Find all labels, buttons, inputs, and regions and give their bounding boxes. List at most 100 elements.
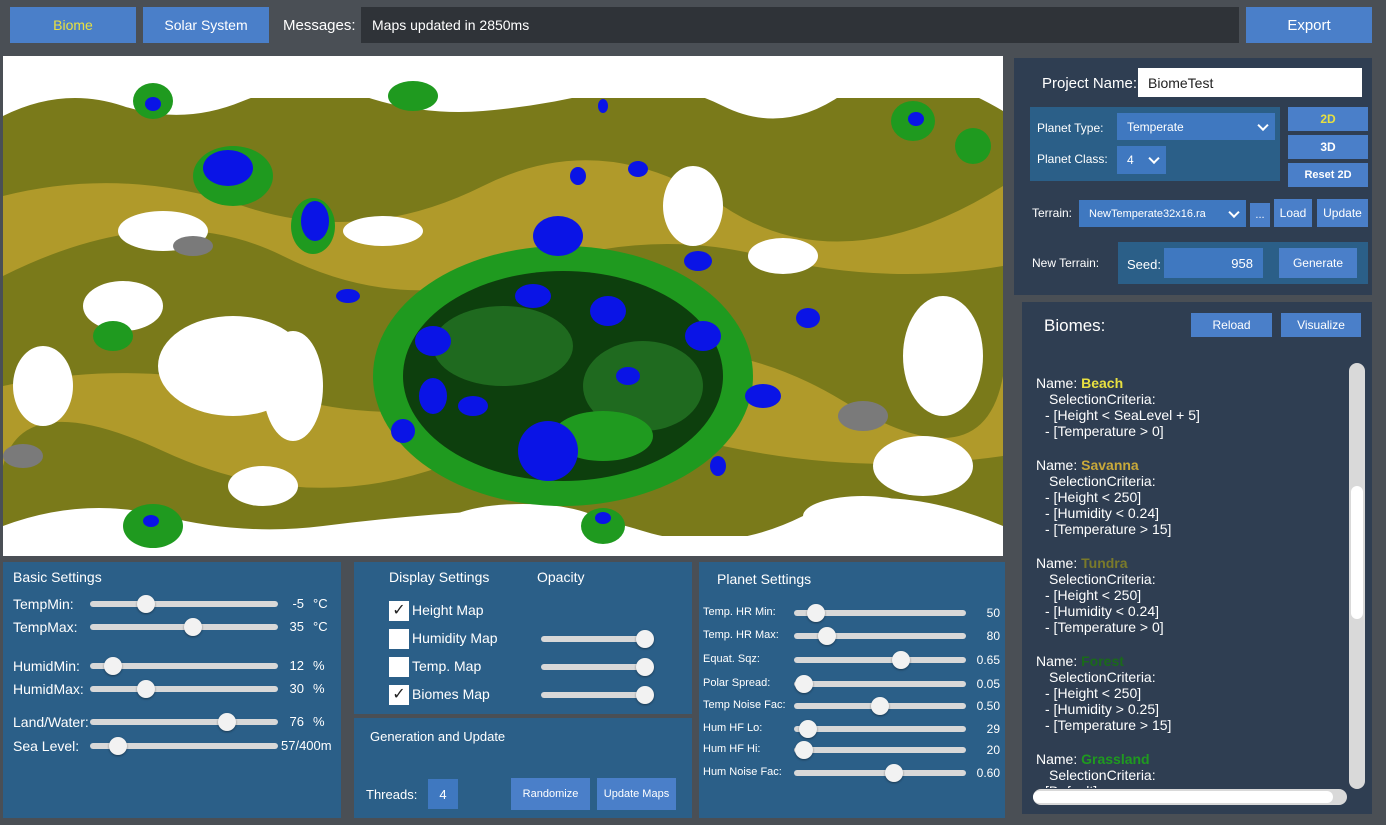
planet-setting-label: Temp Noise Fac: [703,699,786,711]
biome-criterion: - [Temperature > 0] [1045,423,1164,439]
biome-entry[interactable]: Name: Beach [1036,375,1123,391]
biome-name: Tundra [1081,555,1128,571]
view-2d-button[interactable]: 2D [1288,107,1368,131]
biome-name-prefix: Name: [1036,457,1082,473]
slider-handle[interactable] [636,630,654,648]
basic-setting-value: 76 [289,714,304,729]
planet-setting-slider[interactable] [794,627,966,645]
seed-input[interactable]: 958 [1164,248,1263,278]
load-terrain-button[interactable]: Load [1274,199,1312,227]
slider-handle[interactable] [103,657,122,675]
planet-type-value: Temperate [1127,119,1184,134]
update-terrain-button[interactable]: Update [1317,199,1368,227]
map-opacity-slider[interactable] [541,658,654,676]
basic-setting-slider[interactable] [90,737,278,755]
biome-map[interactable] [3,56,1003,556]
map-opacity-slider[interactable] [541,630,654,648]
basic-setting-slider[interactable] [90,680,278,698]
slider-handle[interactable] [871,697,889,715]
biome-map-canvas [3,56,1003,556]
reload-biomes-button[interactable]: Reload [1191,313,1272,337]
terrain-label: Terrain: [1032,206,1073,220]
planet-setting-slider[interactable] [794,741,966,759]
basic-setting-unit: °C [313,596,328,611]
slider-handle[interactable] [636,658,654,676]
planet-setting-slider[interactable] [794,764,966,782]
view-3d-button[interactable]: 3D [1288,135,1368,159]
planet-setting-slider[interactable] [794,697,966,715]
map-toggle-checkbox[interactable]: ✓ [389,601,409,621]
map-toggle-checkbox[interactable] [389,629,409,649]
planet-type-dropdown[interactable]: Temperate [1117,113,1275,140]
biome-name: Beach [1081,375,1124,391]
basic-setting-value: 12 [289,658,304,673]
basic-setting-slider[interactable] [90,618,278,636]
biome-entry[interactable]: Name: Forest [1036,653,1124,669]
biome-entry[interactable]: Name: Tundra [1036,555,1128,571]
slider-handle[interactable] [891,651,910,669]
planet-setting-label: Hum HF Lo: [703,722,763,734]
reset-2d-button[interactable]: Reset 2D [1288,163,1368,187]
biome-criterion: - [Temperature > 15] [1045,717,1172,733]
slider-handle[interactable] [636,686,654,704]
project-name-input[interactable]: BiomeTest [1138,68,1362,97]
slider-handle[interactable] [817,627,836,645]
biome-criterion: - [Height < 250] [1045,489,1142,505]
threads-input[interactable]: 4 [428,779,458,809]
scrollbar-thumb[interactable] [1351,486,1363,619]
basic-setting-value: 35 [289,619,304,634]
planet-setting-slider[interactable] [794,604,966,622]
basic-setting-label: Sea Level: [13,738,80,754]
biome-entry[interactable]: Name: Grassland [1036,751,1150,767]
biome-criterion: - [Humidity < 0.24] [1045,505,1159,521]
map-toggle-label: Humidity Map [412,630,498,646]
basic-setting-unit: °C [313,619,328,634]
map-opacity-slider[interactable] [541,686,654,704]
biome-criterion: - [Humidity > 0.25] [1045,701,1159,717]
slider-handle[interactable] [798,720,817,738]
biome-criteria-label: SelectionCriteria: [1049,571,1156,587]
generate-terrain-button[interactable]: Generate [1279,248,1357,278]
planet-class-label: Planet Class: [1037,152,1108,166]
tab-solar-system[interactable]: Solar System [143,7,269,43]
tab-biome[interactable]: Biome [10,7,136,43]
planet-setting-value: 0.05 [976,677,1000,691]
basic-setting-slider[interactable] [90,657,278,675]
biomes-vertical-scrollbar[interactable] [1349,363,1365,789]
slider-handle[interactable] [884,764,903,782]
terrain-dropdown[interactable]: NewTemperate32x16.ra [1079,200,1246,227]
basic-setting-slider[interactable] [90,713,278,731]
planet-setting-slider[interactable] [794,651,966,669]
export-button[interactable]: Export [1246,7,1372,43]
biome-criterion: - [Humidity < 0.24] [1045,603,1159,619]
messages-box: Maps updated in 2850ms [361,7,1239,43]
planet-setting-slider[interactable] [794,675,966,693]
chevron-down-icon [1228,206,1240,218]
seed-label: Seed: [1127,257,1161,272]
map-toggle-label: Temp. Map [412,658,482,674]
planet-setting-slider[interactable] [794,720,966,738]
planet-class-dropdown[interactable]: 4 [1117,146,1166,174]
biome-name: Forest [1081,653,1124,669]
biome-entry[interactable]: Name: Savanna [1036,457,1139,473]
basic-setting-value: 30 [289,681,304,696]
basic-setting-slider[interactable] [90,595,278,613]
basic-setting-label: Land/Water: [13,714,89,730]
scrollbar-thumb[interactable] [1033,791,1333,803]
map-toggle-checkbox[interactable] [389,657,409,677]
basic-setting-unit: % [313,681,325,696]
visualize-biomes-button[interactable]: Visualize [1281,313,1361,337]
browse-terrain-button[interactable]: ... [1250,203,1270,227]
map-toggle-checkbox[interactable]: ✓ [389,685,409,705]
biome-criteria-label: SelectionCriteria: [1049,767,1156,783]
update-maps-button[interactable]: Update Maps [597,778,676,810]
new-terrain-label: New Terrain: [1032,256,1100,270]
basic-setting-label: TempMax: [13,619,78,635]
biomes-horizontal-scrollbar[interactable] [1033,789,1347,805]
biomes-list[interactable]: Name: Beach SelectionCriteria: - [Height <… [1033,363,1346,788]
biome-name-prefix: Name: [1036,375,1082,391]
threads-label: Threads: [366,787,418,802]
biomes-title: Biomes: [1044,316,1106,335]
randomize-button[interactable]: Randomize [511,778,590,810]
checkmark-icon: ✓ [392,686,406,703]
